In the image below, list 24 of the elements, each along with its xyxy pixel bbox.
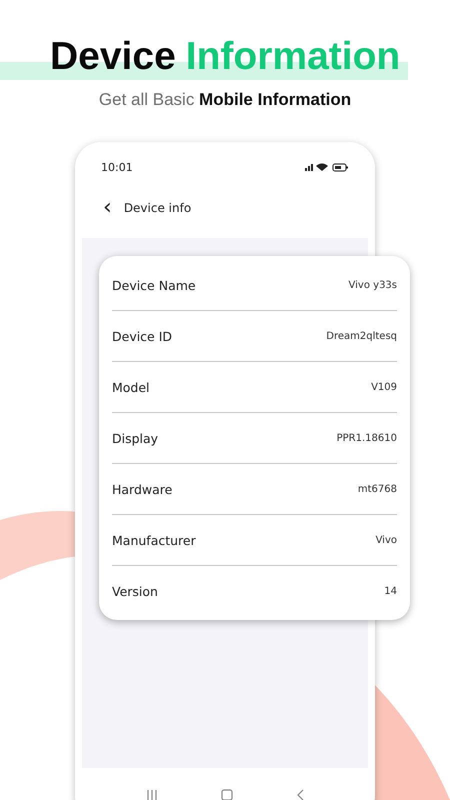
status-time: 10:01: [101, 160, 133, 174]
info-value: mt6768: [358, 484, 397, 494]
status-icons: [305, 162, 349, 172]
info-value: Vivo y33s: [348, 280, 397, 290]
info-label: Display: [112, 430, 158, 446]
info-value: Dream2qltesq: [326, 330, 397, 342]
info-label: Manufacturer: [112, 532, 196, 548]
recents-icon[interactable]: [146, 789, 158, 800]
back-button[interactable]: ‹: [103, 197, 112, 219]
subtitle: Get all Basic Mobile Information: [98, 90, 352, 110]
info-label: Version: [112, 584, 158, 598]
info-value: V109: [371, 382, 397, 392]
headline-text: Device: [50, 34, 176, 80]
info-label: Device ID: [112, 328, 172, 344]
headline-accent: Information: [186, 34, 400, 80]
home-icon[interactable]: [220, 789, 233, 800]
info-label: Hardware: [112, 482, 172, 496]
info-value: PPR1.18610: [336, 432, 397, 444]
screen-title: Device info: [124, 201, 192, 215]
back-icon[interactable]: [296, 789, 304, 800]
info-label: Model: [112, 380, 150, 394]
info-value: Vivo: [376, 534, 397, 546]
info-label: Device Name: [112, 278, 196, 292]
info-value: 14: [384, 586, 397, 596]
